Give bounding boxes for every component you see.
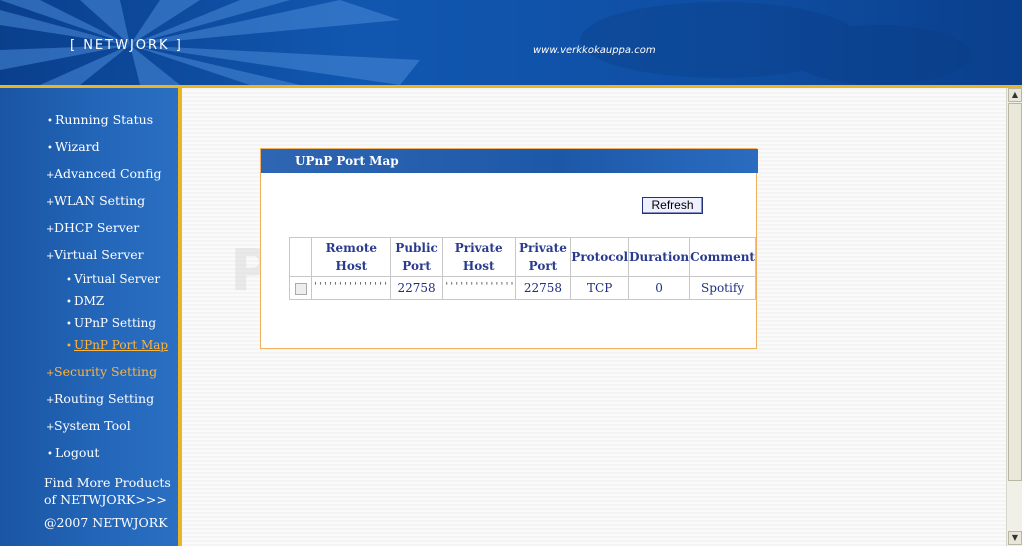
sidebar-item-system-tool[interactable]: +System Tool <box>46 418 131 433</box>
port-map-table: Remote Host Public Port Private Host Pri… <box>288 237 756 300</box>
column-header-duration: Duration <box>628 237 691 277</box>
protocol-cell: TCP <box>570 276 630 300</box>
sidebar-item-advanced-config[interactable]: +Advanced Config <box>46 166 161 181</box>
scroll-up-icon[interactable]: ▲ <box>1008 88 1022 102</box>
column-header-remote-host: Remote Host <box>311 237 392 277</box>
sidebar-subitem-virtual-server[interactable]: • Virtual Server <box>66 272 160 286</box>
private-port-cell: 22758 <box>514 276 572 300</box>
table-header-row: Remote Host Public Port Private Host Pri… <box>288 237 756 277</box>
column-header-private-host: Private Host <box>441 237 516 277</box>
duration-cell: 0 <box>628 276 691 300</box>
header-banner: [ NETWJORK ] www.verkkokauppa.com <box>0 0 1022 85</box>
column-header-protocol: Protocol <box>570 237 630 277</box>
column-header-public-port: Public Port <box>390 237 443 277</box>
header-url: www.verkkokauppa.com <box>533 45 656 56</box>
private-host-cell: '''''''''''''''19 <box>441 276 516 300</box>
refresh-button[interactable]: Refresh <box>642 197 703 214</box>
sidebar-item-dhcp-server[interactable]: +DHCP Server <box>46 220 139 235</box>
copyright: @2007 NETWJORK <box>44 515 168 530</box>
sidebar-item-label: System Tool <box>54 418 131 433</box>
sidebar-item-label: Routing Setting <box>54 391 155 406</box>
bullet-icon: • <box>66 341 72 352</box>
column-header-select <box>288 237 313 277</box>
comment-cell: Spotify <box>689 276 756 300</box>
bullet-icon: • <box>66 297 72 308</box>
sidebar-item-label: UPnP Port Map <box>74 338 169 352</box>
sidebar-item-logout[interactable]: • Logout <box>47 445 99 460</box>
sidebar-item-virtual-server-group[interactable]: +Virtual Server <box>46 247 144 262</box>
bullet-icon: • <box>47 143 53 154</box>
footer-line: of NETWJORK>>> <box>44 492 167 507</box>
sidebar-item-label: WLAN Setting <box>54 193 146 208</box>
upnp-port-map-panel: UPnP Port Map Refresh Remote Host Public… <box>260 148 758 349</box>
sidebar-subitem-upnp-setting[interactable]: • UPnP Setting <box>66 316 156 330</box>
plus-icon: + <box>46 368 55 379</box>
sidebar-item-security-setting[interactable]: +Security Setting <box>46 364 157 379</box>
sidebar-item-label: Advanced Config <box>54 166 162 181</box>
column-header-comment: Comment <box>689 237 756 277</box>
sidebar-item-label: Running Status <box>55 112 154 127</box>
plus-icon: + <box>46 422 55 433</box>
sidebar-subitem-upnp-port-map[interactable]: • UPnP Port Map <box>66 338 168 352</box>
plus-icon: + <box>46 224 55 235</box>
public-port-cell: 22758 <box>390 276 443 300</box>
bullet-icon: • <box>47 449 53 460</box>
plus-icon: + <box>46 251 55 262</box>
footer-line: Find More Products <box>44 475 171 490</box>
vertical-scrollbar[interactable]: ▲ ▼ <box>1006 88 1022 546</box>
remote-host-value: '''''''''''''''''''1 <box>312 281 390 292</box>
sidebar-item-label: Wizard <box>55 139 100 154</box>
sidebar-item-label: Virtual Server <box>54 247 144 262</box>
row-checkbox[interactable] <box>294 282 307 295</box>
plus-icon: + <box>46 197 55 208</box>
sidebar-item-label: Logout <box>55 445 100 460</box>
column-header-private-port: Private Port <box>514 237 572 277</box>
sidebar-item-label: UPnP Setting <box>74 316 157 330</box>
sidebar-item-routing-setting[interactable]: +Routing Setting <box>46 391 154 406</box>
find-more-products-link[interactable]: Find More Products of NETWJORK>>> <box>44 474 171 508</box>
sidebar-item-label: DHCP Server <box>54 220 140 235</box>
sidebar-item-label: Virtual Server <box>74 272 161 286</box>
sidebar-item-wizard[interactable]: • Wizard <box>47 139 100 154</box>
panel-title: UPnP Port Map <box>261 149 758 173</box>
bullet-icon: • <box>47 116 53 127</box>
scrollbar-thumb[interactable] <box>1008 103 1022 481</box>
bullet-icon: • <box>66 319 72 330</box>
row-select-cell <box>288 276 313 300</box>
private-host-value: '''''''''''''''19 <box>443 281 514 292</box>
sidebar-item-label: DMZ <box>74 294 105 308</box>
plus-icon: + <box>46 170 55 181</box>
sidebar-item-label: Security Setting <box>54 364 158 379</box>
sidebar-subitem-dmz[interactable]: • DMZ <box>66 294 104 308</box>
sidebar-item-wlan-setting[interactable]: +WLAN Setting <box>46 193 145 208</box>
remote-host-cell: '''''''''''''''''''1 <box>311 276 392 300</box>
table-row: '''''''''''''''''''1 22758 '''''''''''''… <box>288 276 756 300</box>
bullet-icon: • <box>66 275 72 286</box>
plus-icon: + <box>46 395 55 406</box>
scroll-down-icon[interactable]: ▼ <box>1008 531 1022 545</box>
brand-logo: [ NETWJORK ] <box>70 38 183 53</box>
sidebar-item-running-status[interactable]: • Running Status <box>47 112 153 127</box>
